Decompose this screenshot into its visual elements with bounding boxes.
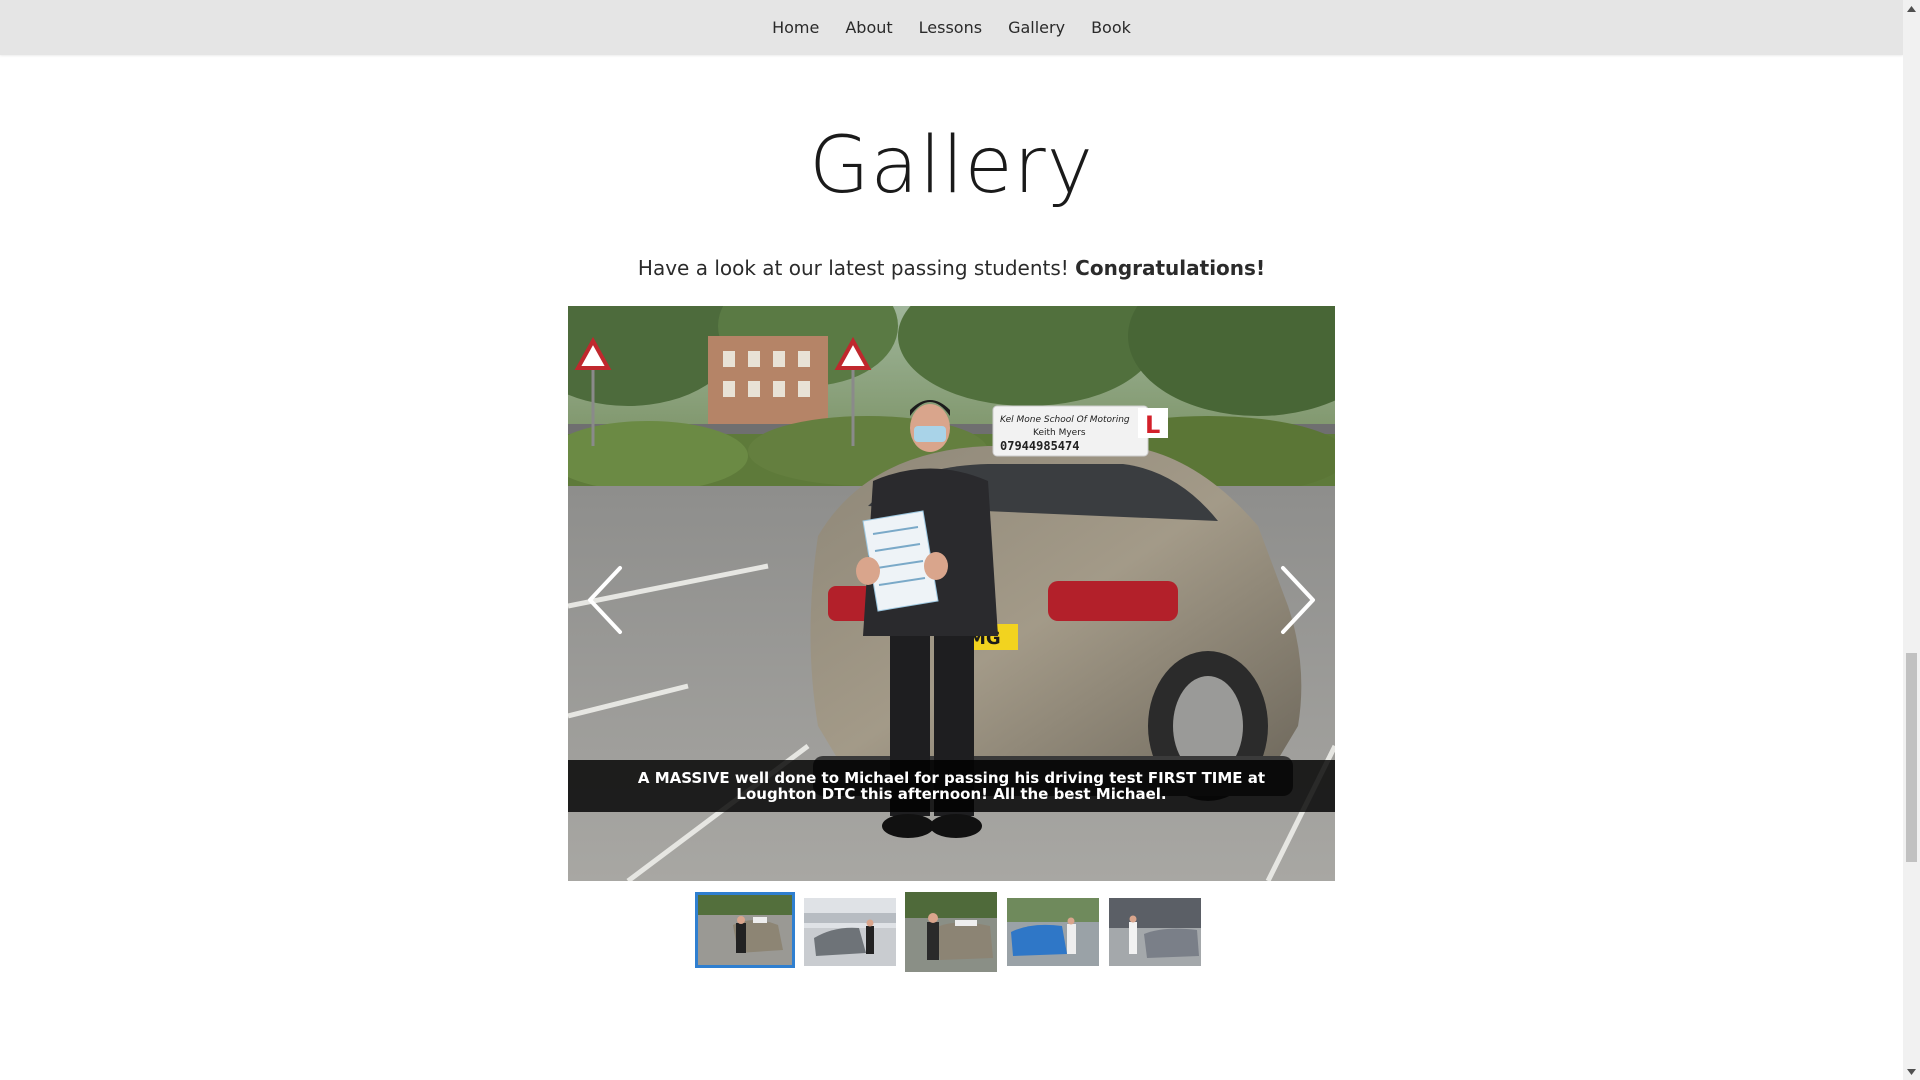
thumbnail-1-image: [698, 895, 792, 965]
sign-instructor-name: Keith Myers: [1033, 428, 1086, 438]
subtitle-bold-text: Congratulations!: [1075, 256, 1266, 280]
thumbnail-3-image: [905, 892, 997, 972]
scrollbar-thumb[interactable]: [1906, 653, 1917, 862]
chevron-right-icon[interactable]: [1265, 560, 1325, 640]
nav-item-book[interactable]: Book: [1091, 0, 1131, 55]
nav-item-gallery[interactable]: Gallery: [1008, 0, 1065, 55]
thumbnail-4-image: [1007, 898, 1099, 966]
page-scrollbar[interactable]: [1903, 0, 1920, 1080]
thumbnail-1[interactable]: [695, 892, 795, 968]
nav-item-home[interactable]: Home: [772, 0, 819, 55]
scroll-down-arrow-icon[interactable]: [1903, 1063, 1920, 1080]
nav-item-about[interactable]: About: [845, 0, 892, 55]
sign-school-name: Kel Mone School Of Motoring: [1000, 415, 1130, 425]
slide-caption: A MASSIVE well done to Michael for passi…: [568, 760, 1335, 812]
thumbnail-4[interactable]: [1007, 898, 1099, 966]
sign-phone: 07944985474: [1000, 439, 1079, 453]
thumbnail-2[interactable]: [804, 898, 896, 966]
page-viewport: Home About Lessons Gallery Book Gallery …: [0, 0, 1903, 1080]
thumbnail-5[interactable]: [1109, 898, 1201, 966]
page-title: Gallery: [809, 121, 1094, 211]
thumbnail-3[interactable]: [905, 892, 997, 972]
chevron-left-icon[interactable]: [578, 560, 638, 640]
thumbnail-strip: [695, 892, 1208, 972]
page-subtitle: Have a look at our latest passing studen…: [0, 256, 1903, 280]
gallery-slider[interactable]: L Kel Mone School Of Motoring Keith Myer…: [568, 306, 1335, 881]
sign-l-letter: L: [1145, 411, 1160, 439]
subtitle-text: Have a look at our latest passing studen…: [637, 256, 1069, 280]
top-navigation: Home About Lessons Gallery Book: [0, 0, 1903, 55]
nav-item-lessons[interactable]: Lessons: [919, 0, 982, 55]
thumbnail-2-image: [804, 898, 896, 966]
scroll-up-arrow-icon[interactable]: [1903, 0, 1920, 17]
thumbnail-5-image: [1109, 898, 1201, 966]
